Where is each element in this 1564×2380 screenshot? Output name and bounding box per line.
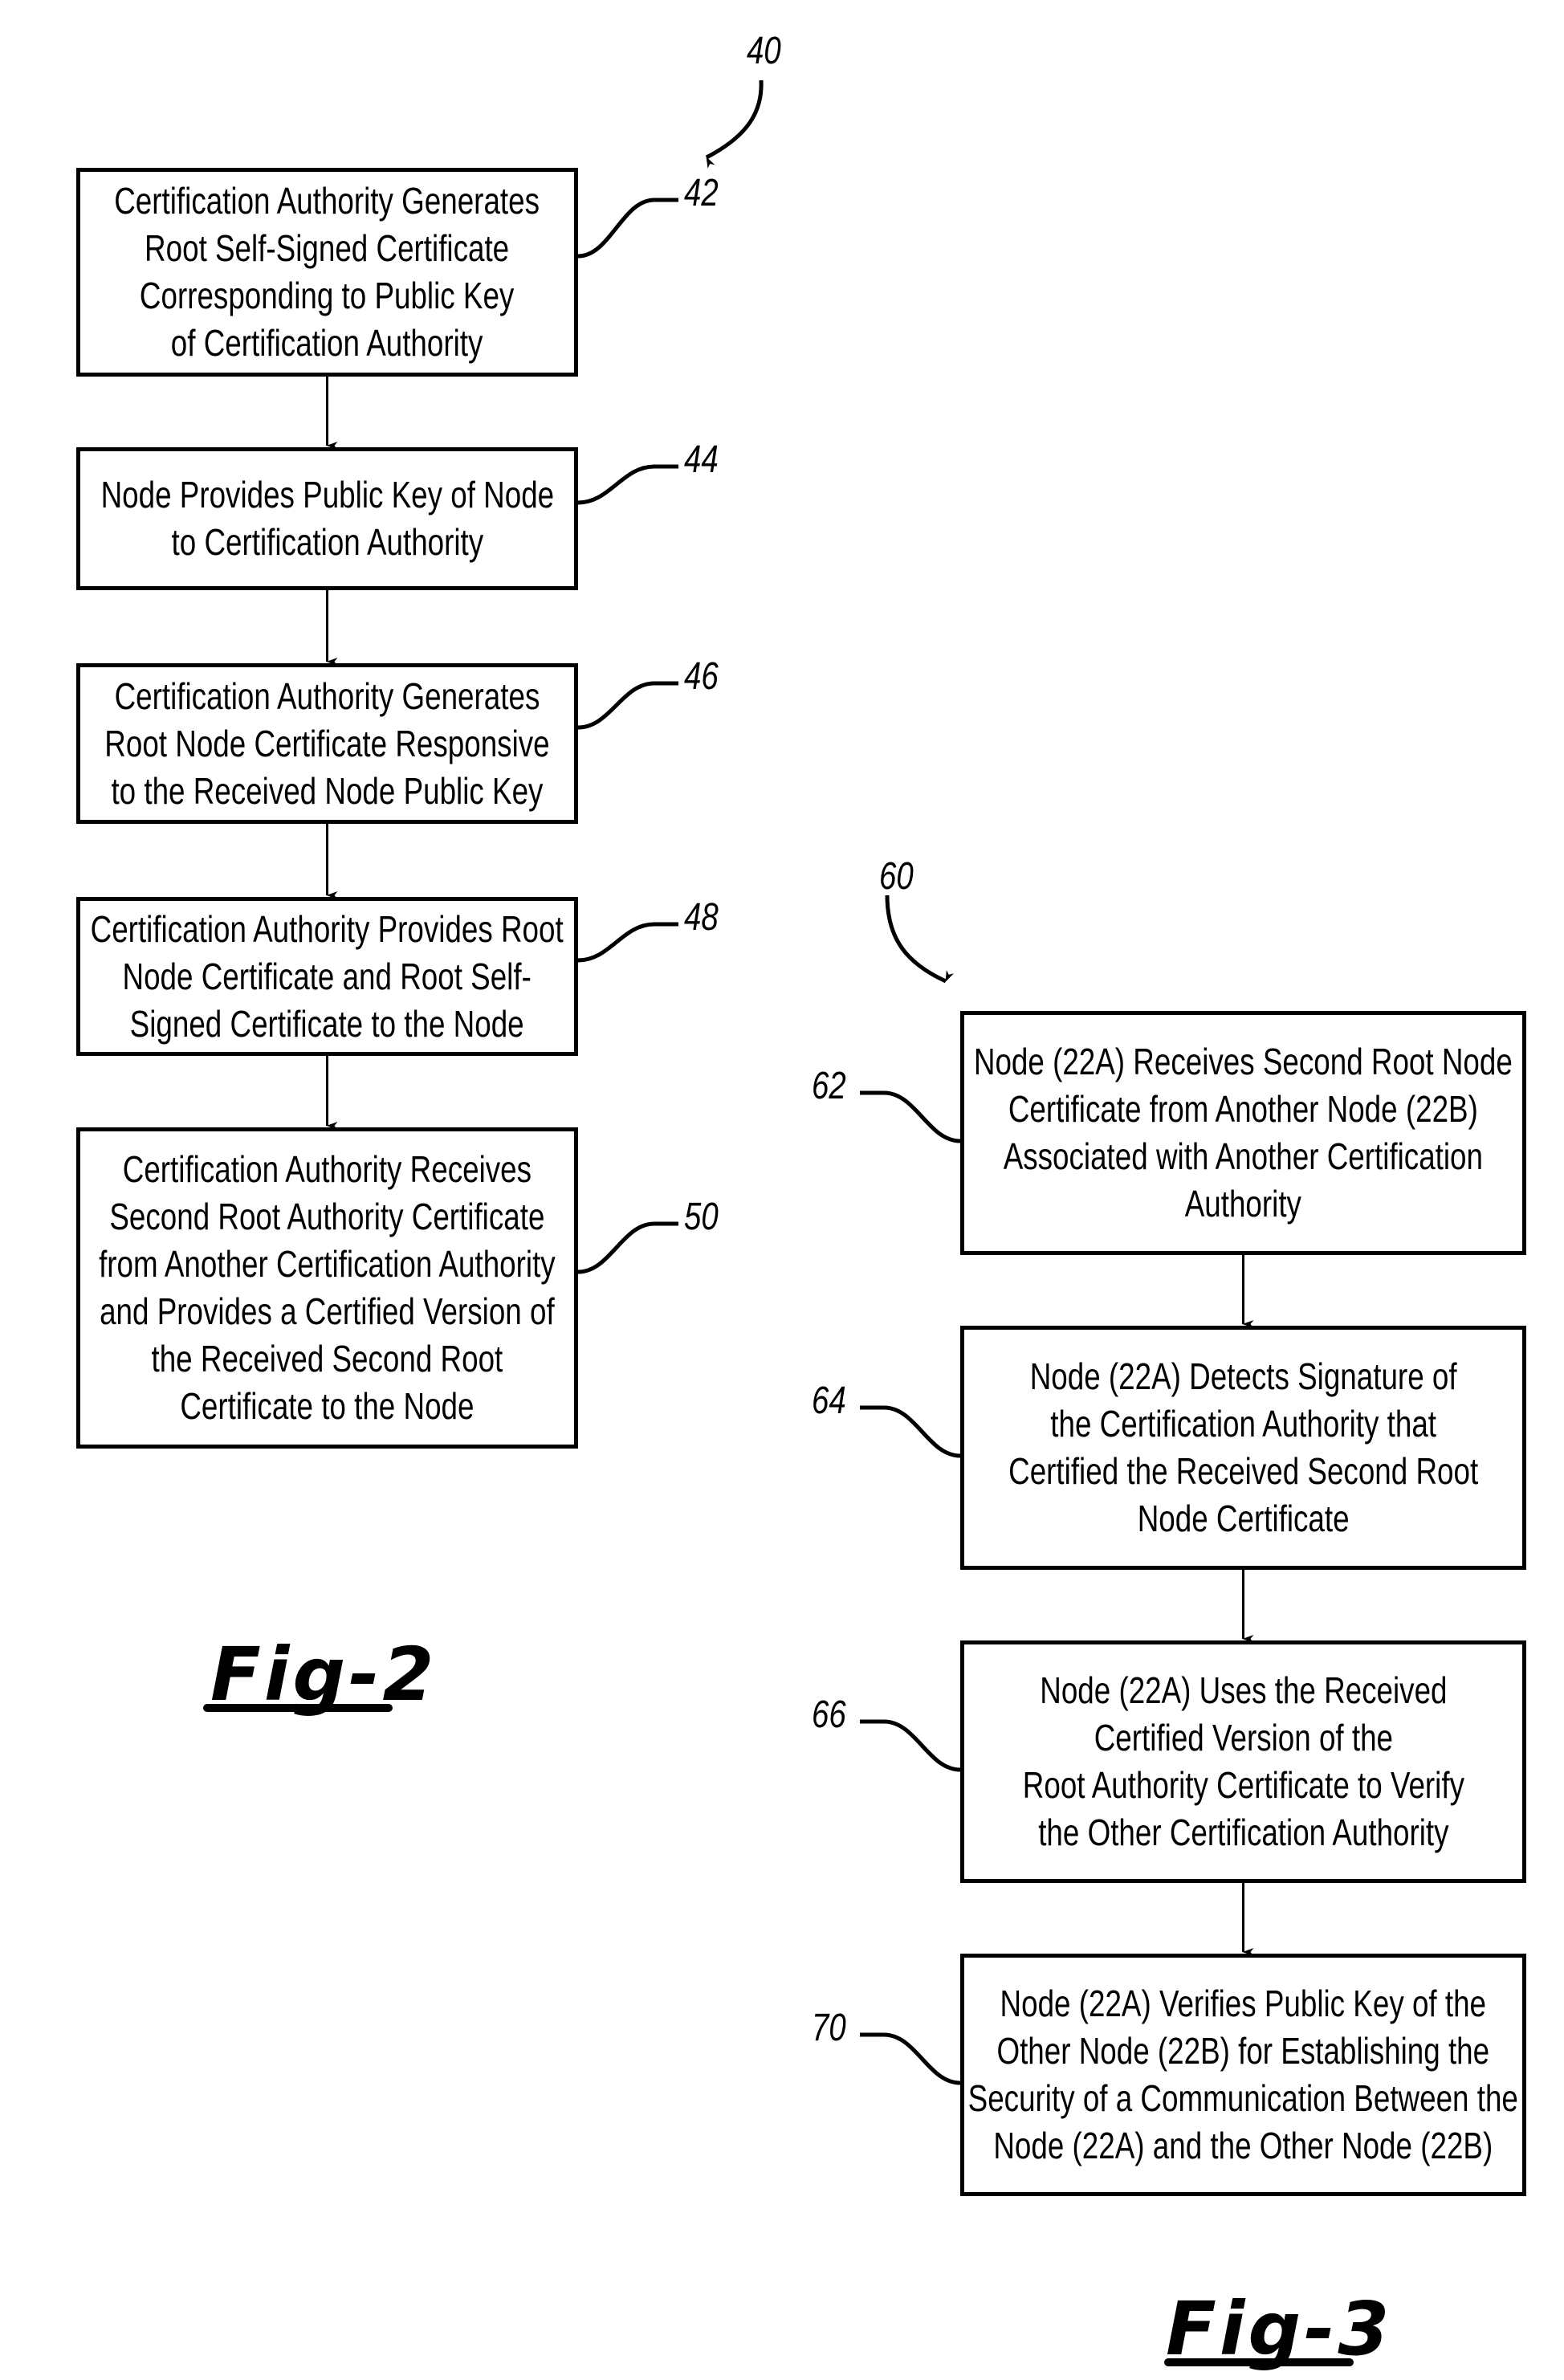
step-text-line: Security of a Communication Between the bbox=[967, 2077, 1519, 2119]
step-text-48: Certification Authority Provides Root Nod… bbox=[91, 906, 564, 1048]
step-text-70: Node (22A) Verifies Public Key of the Oth… bbox=[968, 1980, 1518, 2170]
step-text-line: Certified the Received Second Root bbox=[1008, 1450, 1479, 1492]
ref-leader-line bbox=[577, 464, 678, 505]
fig2-ref-number: 40 bbox=[747, 30, 781, 72]
step-text-46: Certification Authority Generates Root No… bbox=[104, 673, 549, 815]
step-text-line: Associated with Another Certification bbox=[1003, 1135, 1484, 1177]
step-text-line: Other Node (22B) for Establishing the bbox=[996, 2030, 1490, 2072]
ref-leader-line bbox=[860, 1719, 961, 1772]
step-text-line: Second Root Authority Certificate bbox=[109, 1196, 545, 1237]
step-text-44: Node Provides Public Key of Node to Certi… bbox=[100, 471, 554, 566]
step-ref-number-48: 48 bbox=[684, 896, 719, 939]
step-ref-number-50: 50 bbox=[684, 1196, 719, 1238]
ref-leader-line bbox=[577, 681, 678, 730]
step-text-line: Certification Authority Receives bbox=[122, 1148, 532, 1190]
step-text-line: Node (22A) Verifies Public Key of the bbox=[1000, 1983, 1487, 2024]
step-ref-number-44: 44 bbox=[684, 438, 719, 481]
step-text-42: Certification Authority Generates Root Se… bbox=[115, 177, 540, 367]
step-text-line: Certification Authority Generates bbox=[114, 674, 540, 717]
step-text-line: to the Received Node Public Key bbox=[111, 769, 544, 812]
step-text-line: of Certification Authority bbox=[171, 322, 483, 364]
fig3-caption: Fig-3 bbox=[1166, 2286, 1393, 2372]
step-text-line: Node Certificate and Root Self- bbox=[122, 955, 532, 997]
step-text-line: Certification Authority Generates bbox=[114, 180, 540, 222]
step-text-line: from Another Certification Authority bbox=[99, 1243, 556, 1285]
step-box-66: Node (22A) Uses the Received Certified Ve… bbox=[960, 1640, 1526, 1883]
fig3-ref-pointer-arrow bbox=[885, 895, 954, 984]
step-text-line: the Received Second Root bbox=[151, 1338, 503, 1380]
step-ref-number-46: 46 bbox=[684, 655, 719, 698]
step-box-64: Node (22A) Detects Signature of the Certi… bbox=[960, 1326, 1526, 1570]
fig2-ref-pointer-arrow bbox=[705, 79, 764, 169]
step-text-line: Node (22A) Detects Signature of bbox=[1029, 1355, 1457, 1397]
step-text-line: Certification Authority Provides Root bbox=[90, 907, 564, 950]
ref-leader-line bbox=[577, 1221, 678, 1274]
step-box-70: Node (22A) Verifies Public Key of the Oth… bbox=[960, 1954, 1526, 2196]
step-ref-number-42: 42 bbox=[684, 172, 719, 214]
step-text-line: Root Node Certificate Responsive bbox=[104, 722, 550, 764]
step-text-line: Node (22A) Uses the Received bbox=[1039, 1669, 1448, 1711]
ref-leader-line bbox=[860, 1090, 961, 1143]
step-ref-number-70: 70 bbox=[812, 2007, 846, 2049]
step-text-line: Root Authority Certificate to Verify bbox=[1022, 1764, 1464, 1806]
step-text-line: Signed Certificate to the Node bbox=[130, 1002, 524, 1045]
step-text-line: Certificate to the Node bbox=[180, 1385, 474, 1427]
step-text-line: the Other Certification Authority bbox=[1037, 1811, 1449, 1853]
fig3-ref-number: 60 bbox=[879, 855, 914, 898]
ref-leader-line bbox=[577, 198, 678, 259]
step-text-line: Node Provides Public Key of Node bbox=[100, 474, 554, 516]
step-text-62: Node (22A) Receives Second Root Node Cert… bbox=[974, 1038, 1513, 1228]
step-text-66: Node (22A) Uses the Received Certified Ve… bbox=[1022, 1667, 1464, 1856]
step-box-44: Node Provides Public Key of Node to Certi… bbox=[76, 447, 578, 590]
step-text-line: Certified Version of the bbox=[1094, 1717, 1393, 1759]
fig2-caption: Fig-2 bbox=[210, 1632, 438, 1718]
step-box-50: Certification Authority Receives Second R… bbox=[76, 1127, 578, 1449]
step-text-line: Certificate from Another Node (22B) bbox=[1008, 1088, 1478, 1130]
step-text-64: Node (22A) Detects Signature of the Certi… bbox=[1008, 1353, 1478, 1543]
step-box-48: Certification Authority Provides Root Nod… bbox=[76, 897, 578, 1056]
step-box-46: Certification Authority Generates Root No… bbox=[76, 663, 578, 824]
fig2-caption-underline bbox=[203, 1704, 393, 1712]
step-text-line: Authority bbox=[1184, 1183, 1302, 1225]
ref-leader-line bbox=[577, 922, 678, 963]
step-ref-number-62: 62 bbox=[812, 1065, 846, 1107]
step-text-line: Node Certificate bbox=[1137, 1498, 1350, 1539]
step-text-50: Certification Authority Receives Second R… bbox=[99, 1146, 556, 1430]
step-box-42: Certification Authority Generates Root Se… bbox=[76, 168, 578, 377]
step-ref-number-66: 66 bbox=[812, 1693, 846, 1736]
ref-leader-line bbox=[860, 1405, 961, 1458]
fig3-caption-underline bbox=[1164, 2358, 1354, 2366]
step-text-line: Corresponding to Public Key bbox=[140, 275, 515, 316]
step-text-line: Node (22A) and the Other Node (22B) bbox=[993, 2125, 1493, 2166]
step-box-62: Node (22A) Receives Second Root Node Cert… bbox=[960, 1011, 1526, 1255]
ref-leader-line bbox=[860, 2032, 961, 2085]
step-text-line: the Certification Authority that bbox=[1050, 1403, 1436, 1445]
step-text-line: to Certification Authority bbox=[171, 521, 483, 563]
step-text-line: Node (22A) Receives Second Root Node bbox=[974, 1041, 1513, 1082]
step-text-line: Root Self-Signed Certificate bbox=[145, 227, 510, 269]
step-text-line: and Provides a Certified Version of bbox=[100, 1290, 555, 1332]
step-ref-number-64: 64 bbox=[812, 1380, 846, 1422]
